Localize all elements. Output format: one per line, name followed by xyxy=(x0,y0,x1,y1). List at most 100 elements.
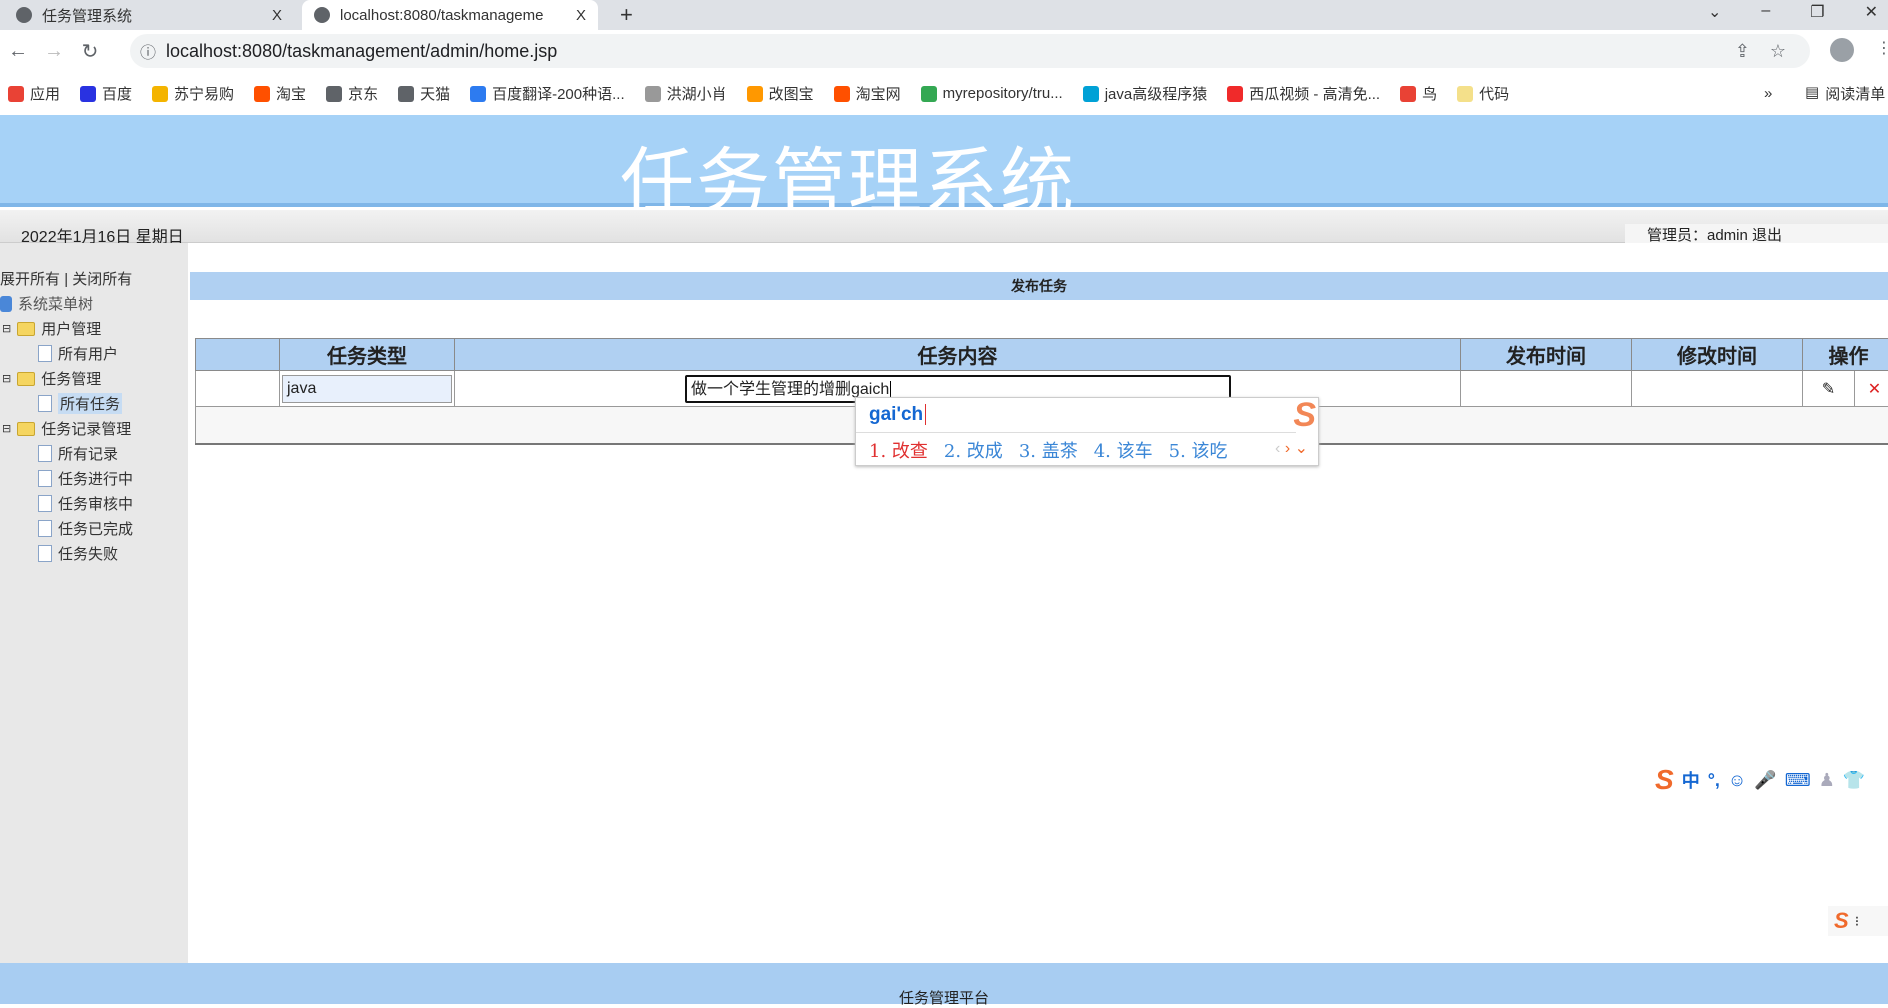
sogou-logo-icon: S xyxy=(1655,764,1674,796)
bookmark-item[interactable]: 淘宝 xyxy=(254,83,306,104)
bookmark-icon xyxy=(921,86,937,102)
sidebar-item[interactable]: 任务已完成 xyxy=(38,518,133,539)
bookmark-icon xyxy=(8,86,24,102)
sidebar: 展开所有 | 关闭所有 系统菜单树 ⊟用户管理所有用户⊟任务管理所有任务⊟任务记… xyxy=(0,243,188,963)
tab-search-icon[interactable]: ⌄ xyxy=(1708,2,1721,22)
admin-logout[interactable]: 管理员：admin 退出 xyxy=(1625,224,1888,243)
delete-button[interactable]: ✕ xyxy=(1855,371,1888,407)
sidebar-item[interactable]: 任务审核中 xyxy=(38,493,133,514)
bookmark-item[interactable]: 洪湖小肖 xyxy=(645,83,727,104)
col-publish-time: 发布时间 xyxy=(1461,339,1632,371)
col-modify-time: 修改时间 xyxy=(1632,339,1803,371)
minimize-icon[interactable]: – xyxy=(1761,2,1770,22)
collapse-icon: ⊟ xyxy=(2,372,11,385)
bookmark-item[interactable]: 淘宝网 xyxy=(834,83,901,104)
page-icon xyxy=(38,470,52,487)
bookmark-item[interactable]: myrepository/tru... xyxy=(921,85,1063,102)
edit-button[interactable]: ✎ xyxy=(1803,371,1855,407)
maximize-icon[interactable]: ❐ xyxy=(1810,2,1824,22)
close-tab-icon[interactable]: X xyxy=(272,7,282,24)
back-icon[interactable]: ← xyxy=(0,40,36,63)
edit-icon: ✎ xyxy=(1822,381,1835,398)
sidebar-item[interactable]: 所有任务 xyxy=(38,393,122,414)
ime-candidate[interactable]: 4. 该车 xyxy=(1094,437,1153,463)
folder-icon xyxy=(17,372,35,386)
page-icon xyxy=(38,395,52,412)
new-tab-button[interactable]: + xyxy=(608,0,645,30)
sogou-mini-bar[interactable]: S⁝ xyxy=(1828,906,1888,936)
task-type-input[interactable]: java xyxy=(282,375,452,403)
bookmark-item[interactable]: 代码 xyxy=(1457,83,1509,104)
bookmark-item[interactable]: 改图宝 xyxy=(747,83,814,104)
reload-icon[interactable]: ↻ xyxy=(72,39,108,64)
bookmark-item[interactable]: 应用 xyxy=(8,83,60,104)
more-icon: ⁝ xyxy=(1855,913,1859,930)
ime-candidate[interactable]: 2. 改成 xyxy=(944,437,1003,463)
share-icon[interactable]: ⇪ xyxy=(1735,41,1750,62)
bookmark-icon xyxy=(398,86,414,102)
delete-icon: ✕ xyxy=(1868,381,1881,398)
sidebar-item[interactable]: 任务失败 xyxy=(38,543,118,564)
address-bar-row: ← → ↻ ⓘlocalhost:8080/taskmanagement/adm… xyxy=(0,30,1888,72)
keyboard-icon[interactable]: ⌨ xyxy=(1785,770,1811,791)
bookmark-item[interactable]: 百度 xyxy=(80,83,132,104)
url-input[interactable]: ⓘlocalhost:8080/taskmanagement/admin/hom… xyxy=(130,34,1810,68)
collapse-all-link[interactable]: 关闭所有 xyxy=(72,271,132,288)
star-icon[interactable]: ☆ xyxy=(1770,41,1786,62)
tab-localhost[interactable]: localhost:8080/taskmanagemeX xyxy=(302,0,598,30)
emoji-icon[interactable]: ☺ xyxy=(1728,770,1746,791)
bookmark-item[interactable]: 百度翻译-200种语... xyxy=(470,83,625,104)
ime-page-arrows[interactable]: ‹ › ⌄ xyxy=(1275,438,1308,458)
skin-icon[interactable]: 👕 xyxy=(1843,770,1865,791)
mic-icon[interactable]: 🎤 xyxy=(1754,770,1776,791)
profile-avatar[interactable] xyxy=(1830,38,1854,62)
bookmark-icon xyxy=(1083,86,1099,102)
tree-group[interactable]: ⊟任务管理 xyxy=(2,368,101,389)
reading-list-button[interactable]: ▤阅读清单 xyxy=(1805,83,1885,104)
globe-icon xyxy=(314,7,330,23)
user-icon[interactable]: ♟ xyxy=(1819,770,1835,791)
more-bookmarks-button[interactable]: » xyxy=(1764,85,1772,102)
bookmark-icon xyxy=(1457,86,1473,102)
ime-candidate[interactable]: 1. 改查 xyxy=(869,437,928,463)
page-icon xyxy=(38,345,52,362)
expand-all-link[interactable]: 展开所有 xyxy=(0,271,60,288)
bookmark-item[interactable]: 天猫 xyxy=(398,83,450,104)
folder-icon xyxy=(17,322,35,336)
bookmark-icon xyxy=(834,86,850,102)
ime-mode-toggle[interactable]: 中 xyxy=(1682,767,1700,793)
ime-candidate[interactable]: 3. 盖茶 xyxy=(1019,437,1078,463)
modify-time-cell xyxy=(1632,371,1803,407)
page-icon xyxy=(38,545,52,562)
close-tab-icon[interactable]: X xyxy=(576,7,586,24)
info-icon: ⓘ xyxy=(140,39,156,63)
bookmark-item[interactable]: 鸟 xyxy=(1400,83,1437,104)
bookmark-item[interactable]: 苏宁易购 xyxy=(152,83,234,104)
tab-task-system[interactable]: 任务管理系统X xyxy=(4,0,294,30)
tree-group[interactable]: ⊟用户管理 xyxy=(2,318,101,339)
bookmark-icon xyxy=(470,86,486,102)
page-icon xyxy=(38,445,52,462)
forward-icon[interactable]: → xyxy=(36,40,72,63)
punct-toggle[interactable]: °, xyxy=(1708,770,1720,791)
sogou-toolbar: S 中 °, ☺ 🎤 ⌨ ♟ 👕 xyxy=(1655,764,1865,796)
col-content: 任务内容 xyxy=(455,339,1461,371)
menu-icon[interactable]: ⋮ xyxy=(1876,38,1888,58)
ime-candidate[interactable]: 5. 该吃 xyxy=(1169,437,1228,463)
sidebar-item[interactable]: 任务进行中 xyxy=(38,468,133,489)
reading-list-icon: ▤ xyxy=(1805,83,1819,104)
bookmark-icon xyxy=(1227,86,1243,102)
banner: 任务管理系统 xyxy=(0,115,1888,207)
collapse-icon: ⊟ xyxy=(2,322,11,335)
bookmark-item[interactable]: 京东 xyxy=(326,83,378,104)
col-type: 任务类型 xyxy=(280,339,455,371)
bookmark-icon xyxy=(747,86,763,102)
close-window-icon[interactable]: ✕ xyxy=(1865,2,1878,22)
sogou-logo-icon: S xyxy=(1834,908,1849,934)
sidebar-item[interactable]: 所有用户 xyxy=(38,343,118,364)
bookmark-icon xyxy=(152,86,168,102)
tree-group[interactable]: ⊟任务记录管理 xyxy=(2,418,131,439)
bookmark-item[interactable]: 西瓜视频 - 高清免... xyxy=(1227,83,1380,104)
sidebar-item[interactable]: 所有记录 xyxy=(38,443,118,464)
bookmark-item[interactable]: java高级程序猿 xyxy=(1083,83,1208,104)
